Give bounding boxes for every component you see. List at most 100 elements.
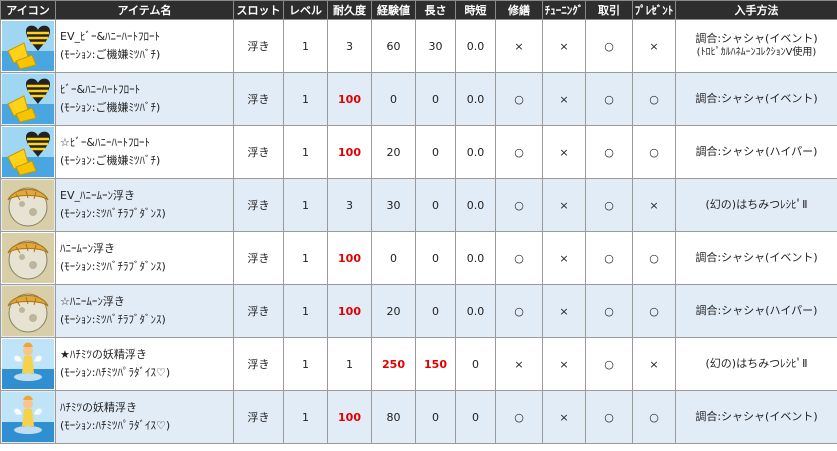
durability-cell: 1 bbox=[327, 337, 372, 391]
item-motion: (ﾓｰｼｮﾝ:ﾐﾂﾊﾞﾁﾗﾌﾞﾀﾞﾝｽ) bbox=[60, 260, 166, 273]
how-to-get-text: 調合:シャシャ(イベント) bbox=[695, 251, 818, 264]
durability-cell: 100 bbox=[327, 231, 372, 285]
trade-cell: ○ bbox=[585, 19, 633, 73]
repair-cell: ○ bbox=[495, 125, 543, 179]
fairy-float-icon bbox=[2, 339, 54, 389]
item-name-cell: ☆ﾊﾆｰﾑｰﾝ浮き (ﾓｰｼｮﾝ:ﾐﾂﾊﾞﾁﾗﾌﾞﾀﾞﾝｽ) bbox=[55, 284, 234, 338]
time-cell: 0.0 bbox=[455, 72, 496, 126]
table-row: ﾋﾞｰ&ﾊﾆｰﾊｰﾄﾌﾛｰﾄ (ﾓｰｼｮﾝ:ご機嫌ﾐﾂﾊﾞﾁ) 浮き 1 100 0 0 0.… bbox=[0, 72, 837, 126]
item-icon-cell bbox=[0, 19, 56, 73]
item-name: ★ﾊﾁﾐﾂの妖精浮き bbox=[60, 348, 147, 361]
slot-cell: 浮き bbox=[233, 178, 284, 232]
durability-cell: 100 bbox=[327, 390, 372, 444]
table-row: ﾊﾁﾐﾂの妖精浮き (ﾓｰｼｮﾝ:ﾊﾁﾐﾂﾊﾟﾗﾀﾞｲｽ♡) 浮き 1 100 80 0 0 ○… bbox=[0, 390, 837, 444]
header-length: 長さ bbox=[415, 0, 456, 20]
trade-cell: ○ bbox=[585, 178, 633, 232]
how-to-get-text: 調合:シャシャ(ハイパー) bbox=[695, 304, 818, 317]
trade-cell: ○ bbox=[585, 125, 633, 179]
how-to-get-cell: 調合:シャシャ(イベント) bbox=[675, 72, 837, 126]
level-cell: 1 bbox=[283, 125, 328, 179]
level-cell: 1 bbox=[283, 337, 328, 391]
present-cell: ○ bbox=[632, 231, 676, 285]
tuning-cell: × bbox=[542, 178, 586, 232]
item-name-cell: ☆ﾋﾞｰ&ﾊﾆｰﾊｰﾄﾌﾛｰﾄ (ﾓｰｼｮﾝ:ご機嫌ﾐﾂﾊﾞﾁ) bbox=[55, 125, 234, 179]
fairy-float-icon bbox=[2, 392, 54, 442]
how-to-get-cell: 調合:シャシャ(イベント) bbox=[675, 231, 837, 285]
item-motion: (ﾓｰｼｮﾝ:ﾐﾂﾊﾞﾁﾗﾌﾞﾀﾞﾝｽ) bbox=[60, 313, 166, 326]
length-cell: 0 bbox=[415, 284, 456, 338]
exp-cell: 20 bbox=[371, 284, 416, 338]
how-to-get-text: (幻の)はちみつﾚｼﾋﾟⅡ bbox=[705, 357, 808, 370]
heart-float-icon bbox=[2, 21, 54, 71]
table-row: EV_ﾊﾆｰﾑｰﾝ浮き (ﾓｰｼｮﾝ:ﾐﾂﾊﾞﾁﾗﾌﾞﾀﾞﾝｽ) 浮き 1 3 30 0 0.… bbox=[0, 178, 837, 232]
exp-cell: 0 bbox=[371, 231, 416, 285]
header-durability: 耐久度 bbox=[327, 0, 372, 20]
length-cell: 0 bbox=[415, 231, 456, 285]
item-name: EV_ﾊﾆｰﾑｰﾝ浮き bbox=[60, 189, 135, 202]
how-to-get-cell: (幻の)はちみつﾚｼﾋﾟⅡ bbox=[675, 178, 837, 232]
length-cell: 30 bbox=[415, 19, 456, 73]
header-level: レベル bbox=[283, 0, 328, 20]
table-row: ☆ﾊﾆｰﾑｰﾝ浮き (ﾓｰｼｮﾝ:ﾐﾂﾊﾞﾁﾗﾌﾞﾀﾞﾝｽ) 浮き 1 100 20 0 0.… bbox=[0, 284, 837, 338]
tuning-cell: × bbox=[542, 125, 586, 179]
repair-cell: ○ bbox=[495, 231, 543, 285]
repair-cell: ○ bbox=[495, 178, 543, 232]
present-cell: ○ bbox=[632, 72, 676, 126]
durability-cell: 100 bbox=[327, 125, 372, 179]
length-cell: 0 bbox=[415, 178, 456, 232]
exp-cell: 20 bbox=[371, 125, 416, 179]
how-to-get-note: (ﾄﾛﾋﾟｶﾙﾊﾈﾑｰﾝｺﾚｸｼｮﾝⅤ使用) bbox=[696, 47, 817, 58]
time-cell: 0.0 bbox=[455, 231, 496, 285]
item-name-cell: ﾊﾁﾐﾂの妖精浮き (ﾓｰｼｮﾝ:ﾊﾁﾐﾂﾊﾟﾗﾀﾞｲｽ♡) bbox=[55, 390, 234, 444]
table-header-row: アイコン アイテム名 スロット レベル 耐久度 経験値 長さ 時短 修繕 ﾁｭｰﾆﾝｸﾞ 取引 ﾌﾟﾚ… bbox=[0, 0, 837, 20]
trade-cell: ○ bbox=[585, 231, 633, 285]
how-to-get-text: 調合:シャシャ(イベント) bbox=[695, 92, 818, 105]
item-icon-cell bbox=[0, 231, 56, 285]
table-row: ★ﾊﾁﾐﾂの妖精浮き (ﾓｰｼｮﾝ:ﾊﾁﾐﾂﾊﾟﾗﾀﾞｲｽ♡) 浮き 1 1 250 150… bbox=[0, 337, 837, 391]
item-motion: (ﾓｰｼｮﾝ:ﾊﾁﾐﾂﾊﾟﾗﾀﾞｲｽ♡) bbox=[60, 366, 171, 379]
table-row: ﾊﾆｰﾑｰﾝ浮き (ﾓｰｼｮﾝ:ﾐﾂﾊﾞﾁﾗﾌﾞﾀﾞﾝｽ) 浮き 1 100 0 0 0.0 ○… bbox=[0, 231, 837, 285]
length-cell: 0 bbox=[415, 390, 456, 444]
item-motion: (ﾓｰｼｮﾝ:ﾐﾂﾊﾞﾁﾗﾌﾞﾀﾞﾝｽ) bbox=[60, 207, 166, 220]
item-name: ﾋﾞｰ&ﾊﾆｰﾊｰﾄﾌﾛｰﾄ bbox=[60, 83, 141, 96]
tuning-cell: × bbox=[542, 72, 586, 126]
header-trade: 取引 bbox=[585, 0, 633, 20]
slot-cell: 浮き bbox=[233, 19, 284, 73]
durability-cell: 100 bbox=[327, 284, 372, 338]
item-name: ﾊﾆｰﾑｰﾝ浮き bbox=[60, 242, 115, 255]
slot-cell: 浮き bbox=[233, 125, 284, 179]
item-icon-cell bbox=[0, 125, 56, 179]
item-name: ﾊﾁﾐﾂの妖精浮き bbox=[60, 401, 137, 414]
heart-float-icon bbox=[2, 74, 54, 124]
exp-cell: 30 bbox=[371, 178, 416, 232]
repair-cell: ○ bbox=[495, 390, 543, 444]
exp-cell: 80 bbox=[371, 390, 416, 444]
header-present: ﾌﾟﾚｾﾞﾝﾄ bbox=[632, 0, 676, 20]
how-to-get-cell: 調合:シャシャ(ハイパー) bbox=[675, 284, 837, 338]
item-name: ☆ﾊﾆｰﾑｰﾝ浮き bbox=[60, 295, 125, 308]
item-icon-cell bbox=[0, 284, 56, 338]
repair-cell: ○ bbox=[495, 72, 543, 126]
how-to-get-text: 調合:シャシャ(イベント) bbox=[695, 32, 818, 45]
how-to-get-cell: 調合:シャシャ(イベント) (ﾄﾛﾋﾟｶﾙﾊﾈﾑｰﾝｺﾚｸｼｮﾝⅤ使用) bbox=[675, 19, 837, 73]
present-cell: × bbox=[632, 178, 676, 232]
time-cell: 0.0 bbox=[455, 19, 496, 73]
tuning-cell: × bbox=[542, 284, 586, 338]
how-to-get-cell: 調合:シャシャ(ハイパー) bbox=[675, 125, 837, 179]
length-cell: 0 bbox=[415, 125, 456, 179]
tuning-cell: × bbox=[542, 390, 586, 444]
item-icon-cell bbox=[0, 72, 56, 126]
time-cell: 0 bbox=[455, 337, 496, 391]
header-how-to-get: 入手方法 bbox=[675, 0, 837, 20]
header-exp: 経験値 bbox=[371, 0, 416, 20]
repair-cell: × bbox=[495, 19, 543, 73]
item-name: EV_ﾋﾞｰ&ﾊﾆｰﾊｰﾄﾌﾛｰﾄ bbox=[60, 30, 161, 43]
present-cell: ○ bbox=[632, 390, 676, 444]
level-cell: 1 bbox=[283, 231, 328, 285]
item-name-cell: ﾊﾆｰﾑｰﾝ浮き (ﾓｰｼｮﾝ:ﾐﾂﾊﾞﾁﾗﾌﾞﾀﾞﾝｽ) bbox=[55, 231, 234, 285]
header-repair: 修繕 bbox=[495, 0, 543, 20]
item-name-cell: ﾋﾞｰ&ﾊﾆｰﾊｰﾄﾌﾛｰﾄ (ﾓｰｼｮﾝ:ご機嫌ﾐﾂﾊﾞﾁ) bbox=[55, 72, 234, 126]
durability-cell: 3 bbox=[327, 178, 372, 232]
tuning-cell: × bbox=[542, 19, 586, 73]
slot-cell: 浮き bbox=[233, 284, 284, 338]
